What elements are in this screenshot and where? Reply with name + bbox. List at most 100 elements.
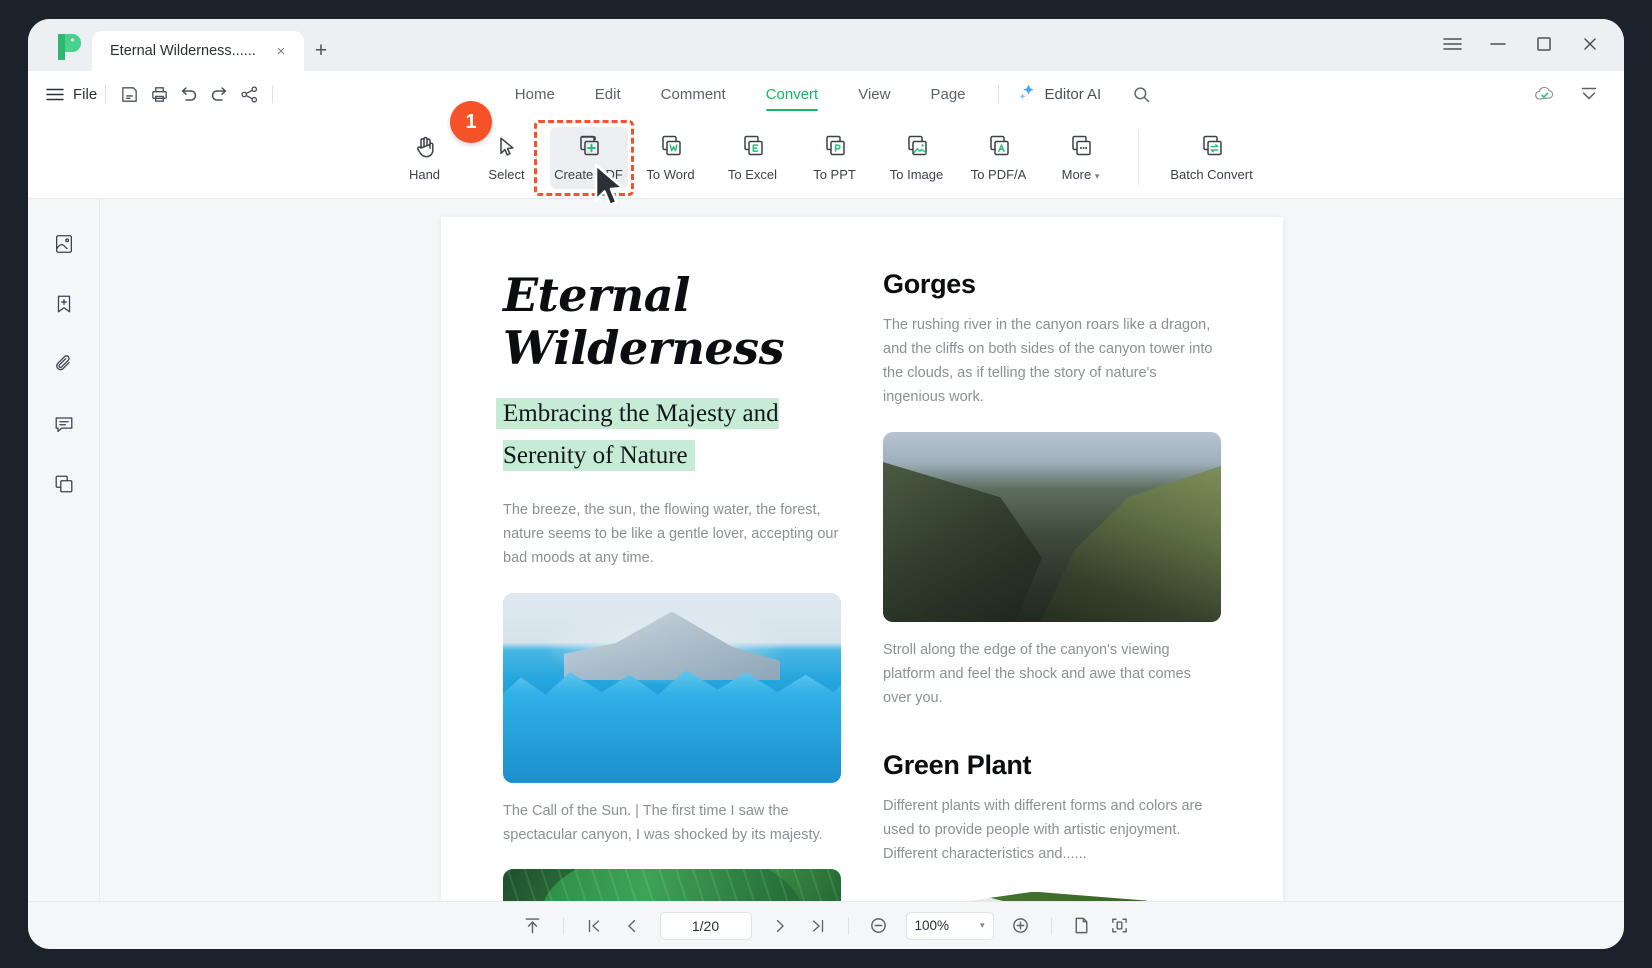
batch-convert-icon — [1198, 133, 1226, 161]
app-menu-icon[interactable] — [1434, 27, 1470, 61]
print-icon[interactable] — [144, 79, 174, 109]
app-window: Eternal Wilderness...... × + File Home E… — [28, 19, 1624, 949]
to-excel-icon — [739, 133, 767, 161]
canyon-photo — [883, 431, 1221, 622]
zoom-in-icon[interactable] — [1004, 911, 1038, 941]
ribbon-batch-convert-button[interactable]: Batch Convert — [1157, 127, 1267, 189]
hand-icon — [412, 133, 438, 161]
to-word-icon — [657, 133, 685, 161]
next-page-icon[interactable] — [763, 911, 797, 941]
create-pdf-icon — [575, 133, 603, 161]
tab-bar: Eternal Wilderness...... × + — [28, 19, 1624, 71]
fit-page-icon[interactable] — [1103, 911, 1137, 941]
document-title-line1: Eternal — [503, 268, 691, 322]
ribbon-to-ppt-button[interactable]: To PPT — [796, 127, 874, 189]
left-rail — [28, 199, 100, 901]
to-image-icon — [903, 133, 931, 161]
ribbon-hand-button[interactable]: Hand — [386, 127, 464, 189]
ribbon-divider — [1137, 130, 1139, 185]
step-badge-1: 1 — [450, 101, 492, 143]
menu-row-right — [1530, 71, 1604, 117]
thumbnails-icon[interactable] — [45, 225, 83, 263]
document-subtitle-wrap: Embracing the Majesty and Serenity of Na… — [503, 393, 841, 477]
zoom-out-icon[interactable] — [862, 911, 896, 941]
share-icon[interactable] — [234, 79, 264, 109]
tab-convert[interactable]: Convert — [746, 71, 839, 117]
attachments-icon[interactable] — [45, 345, 83, 383]
collapse-ribbon-icon[interactable] — [1574, 79, 1604, 109]
cloud-check-icon[interactable] — [1530, 79, 1560, 109]
glacier-photo-image — [503, 592, 841, 783]
ribbon-to-pdfa-label: To PDF/A — [970, 166, 1027, 182]
menu-divider-1 — [105, 85, 107, 103]
pdf-viewer[interactable]: Eternal Wilderness Embracing the Majesty… — [100, 199, 1624, 901]
status-divider-2 — [847, 916, 849, 935]
ribbon-create-pdf-button[interactable]: Create PDF — [549, 126, 628, 189]
minimize-icon[interactable] — [1480, 27, 1516, 61]
tab-view[interactable]: View — [838, 71, 910, 117]
chevron-down-icon: ▾ — [979, 920, 985, 930]
tab-comment[interactable]: Comment — [641, 71, 746, 117]
ribbon-to-excel-button[interactable]: To Excel — [714, 127, 792, 189]
green-plant-heading: Green Plant — [883, 749, 1032, 780]
bookmarks-icon[interactable] — [45, 285, 83, 323]
app-body: Eternal Wilderness Embracing the Majesty… — [28, 199, 1624, 901]
prev-page-icon[interactable] — [615, 911, 649, 941]
ribbon-to-word-label: To Word — [646, 166, 695, 182]
sparkle-icon — [1017, 82, 1037, 106]
page-column-left: Eternal Wilderness Embracing the Majesty… — [503, 269, 841, 901]
menu-row: File Home Edit Comment Convert View Page… — [28, 71, 1624, 117]
ribbon-to-ppt-label: To PPT — [813, 166, 856, 182]
status-divider-1 — [562, 916, 564, 935]
last-page-icon[interactable] — [801, 911, 835, 941]
app-logo-icon — [52, 30, 86, 64]
leaf-photo-left — [503, 868, 841, 901]
page-number-value: 1/20 — [691, 917, 720, 934]
maximize-icon[interactable] — [1526, 27, 1562, 61]
document-title-line2: Wilderness — [503, 320, 784, 375]
leaf-photo-right-image — [883, 888, 1221, 901]
zoom-level-select[interactable]: 100% ▾ — [905, 911, 994, 940]
gorges-caption: Stroll along the edge of the canyon's vi… — [883, 641, 1191, 706]
ribbon-to-word-button[interactable]: To Word — [632, 127, 710, 189]
document-intro-paragraph: The breeze, the sun, the flowing water, … — [503, 501, 839, 566]
tab-home[interactable]: Home — [495, 71, 575, 117]
ribbon-to-excel-label: To Excel — [727, 166, 778, 182]
file-menu-label: File — [73, 85, 98, 103]
search-icon[interactable] — [1125, 78, 1157, 110]
to-ppt-icon — [821, 133, 849, 161]
single-page-view-icon[interactable] — [1065, 911, 1099, 941]
glacier-photo — [503, 592, 841, 783]
save-icon[interactable] — [114, 79, 144, 109]
ribbon-to-image-label: To Image — [889, 166, 944, 182]
green-plant-paragraph: Different plants with different forms an… — [883, 797, 1203, 862]
convert-ribbon: Hand Select Create PDF To Word To Excel … — [28, 101, 1624, 207]
ribbon-batch-convert-label: Batch Convert — [1170, 166, 1253, 182]
tab-title: Eternal Wilderness...... — [110, 43, 256, 59]
window-controls — [1434, 27, 1608, 61]
first-page-icon[interactable] — [577, 911, 611, 941]
canyon-photo-image — [883, 431, 1221, 622]
zoom-level-value: 100% — [914, 918, 950, 933]
gorges-paragraph: The rushing river in the canyon roars li… — [883, 317, 1213, 405]
ribbon-to-image-button[interactable]: To Image — [878, 127, 956, 189]
layers-icon[interactable] — [45, 465, 83, 503]
editor-ai-button[interactable]: Editor AI — [1011, 82, 1108, 106]
glacier-photo-caption: The Call of the Sun. | The first time I … — [503, 802, 823, 843]
comments-icon[interactable] — [45, 405, 83, 443]
document-subtitle: Embracing the Majesty and Serenity of Na… — [503, 397, 779, 471]
new-tab-button[interactable]: + — [304, 31, 338, 71]
tab-page[interactable]: Page — [910, 71, 985, 117]
ribbon-more-button[interactable]: More ▾ — [1042, 127, 1120, 189]
scroll-to-top-icon[interactable] — [516, 911, 550, 941]
tab-edit[interactable]: Edit — [575, 71, 641, 117]
redo-icon[interactable] — [204, 79, 234, 109]
ribbon-to-pdfa-button[interactable]: To PDF/A — [960, 127, 1038, 189]
file-menu-button[interactable]: File — [46, 86, 97, 103]
undo-icon[interactable] — [174, 79, 204, 109]
close-window-icon[interactable] — [1572, 27, 1608, 61]
document-tab[interactable]: Eternal Wilderness...... × — [92, 31, 304, 71]
page-number-input[interactable]: 1/20 — [659, 911, 752, 940]
close-tab-icon[interactable]: × — [270, 40, 292, 62]
ribbon-more-text: More — [1061, 166, 1092, 182]
